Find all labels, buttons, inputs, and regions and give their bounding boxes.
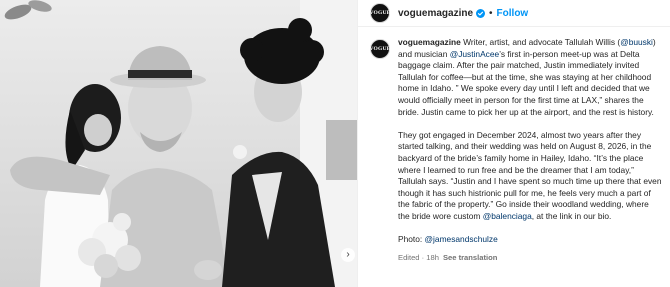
post-side-panel: VOGUE voguemagazine • Follow VOGUE vogue… bbox=[357, 0, 670, 287]
vogue-logo: VOGUE bbox=[369, 10, 391, 16]
mention-link[interactable]: @JustinAcee bbox=[450, 49, 499, 59]
post-photo[interactable]: › bbox=[0, 0, 357, 287]
caption-text: voguemagazine Writer, artist, and advoca… bbox=[398, 37, 662, 263]
caption-text-segment: Writer, artist, and advocate Tallulah Wi… bbox=[460, 37, 621, 47]
mention-link[interactable]: @balenciaga bbox=[483, 211, 532, 221]
caption-text-segment: , at the link in our bio. bbox=[531, 210, 612, 221]
wedding-photo-illustration bbox=[0, 0, 357, 287]
caption-text-segment: They got engaged in December 2024, almos… bbox=[398, 129, 662, 221]
photo-credit-label: Photo: bbox=[398, 234, 425, 245]
caption-username[interactable]: voguemagazine bbox=[398, 37, 461, 47]
post-username[interactable]: voguemagazine bbox=[398, 8, 473, 19]
photo-credit-mention[interactable]: @jamesandschulze bbox=[425, 234, 498, 244]
caption-avatar[interactable]: VOGUE bbox=[369, 39, 391, 59]
see-translation-link[interactable]: See translation bbox=[443, 252, 497, 264]
vogue-logo: VOGUE bbox=[369, 46, 391, 52]
chevron-right-icon: › bbox=[346, 249, 350, 260]
mention-link[interactable]: @buuski bbox=[620, 37, 653, 47]
caption-photo-credit: Photo: @jamesandschulze bbox=[398, 234, 662, 246]
caption-paragraph-2: They got engaged in December 2024, almos… bbox=[398, 130, 662, 223]
post-header: VOGUE voguemagazine • Follow bbox=[358, 0, 670, 27]
follow-button[interactable]: Follow bbox=[497, 8, 529, 19]
avatar[interactable]: VOGUE bbox=[369, 3, 391, 23]
caption-area: VOGUE voguemagazine Writer, artist, and … bbox=[369, 37, 670, 263]
caption-paragraph-1: voguemagazine Writer, artist, and advoca… bbox=[398, 37, 662, 118]
caption-meta: Edited · 18h See translation bbox=[398, 252, 662, 264]
carousel-next-button[interactable]: › bbox=[341, 248, 355, 262]
edited-timestamp: Edited · 18h bbox=[398, 252, 439, 262]
verified-badge-icon bbox=[476, 8, 486, 18]
header-separator: • bbox=[489, 7, 493, 19]
